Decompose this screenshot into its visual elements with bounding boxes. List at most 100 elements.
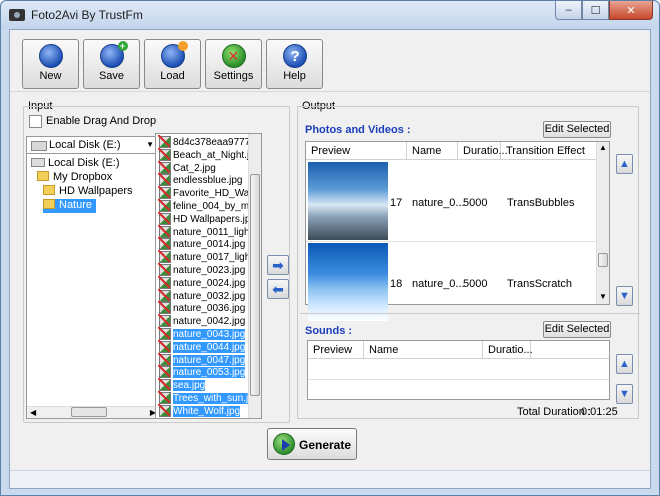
file-name: nature_0042.jpg xyxy=(173,316,246,328)
file-list-item[interactable]: nature_0036.jpg xyxy=(158,301,246,315)
file-list-item[interactable]: sea.jpg xyxy=(158,378,206,392)
app-window: Foto2Avi By TrustFm ‒ ☐ ✕ New + Save Loa… xyxy=(0,0,660,496)
maximize-button[interactable]: ☐ xyxy=(582,1,609,20)
file-list-item[interactable]: Cat_2.jpg xyxy=(158,160,216,174)
photos-edit-selected-button[interactable]: Edit Selected xyxy=(543,121,611,138)
image-file-icon xyxy=(158,160,171,174)
file-name: nature_0023.jpg xyxy=(173,265,246,276)
file-list-item[interactable]: nature_0024.jpg xyxy=(158,275,245,289)
sound-move-up-button[interactable]: ▲ xyxy=(616,354,633,374)
minimize-button[interactable]: ‒ xyxy=(555,1,582,20)
row-effect: TransBubbles xyxy=(507,197,575,209)
file-name: nature_0036.jpg xyxy=(173,303,246,315)
remove-from-output-button[interactable]: ⬅ xyxy=(267,279,289,299)
sound-move-down-button[interactable]: ▼ xyxy=(616,384,633,404)
image-file-icon xyxy=(158,173,171,187)
sounds-grid-header: Preview Name Duratio... xyxy=(308,341,609,359)
column-preview[interactable]: Preview xyxy=(308,341,364,359)
image-file-icon xyxy=(158,250,171,264)
file-name: nature_0044.jpg xyxy=(173,341,246,353)
row-divider xyxy=(306,241,596,242)
file-list-item[interactable]: HD Wallpapers.jpg xyxy=(158,211,256,225)
thumbnail-image xyxy=(308,162,388,240)
file-list-item[interactable]: nature_0032.jpg xyxy=(158,288,246,302)
load-button[interactable]: Load xyxy=(144,39,201,89)
tree-horizontal-scrollbar[interactable]: ◀ ▶ xyxy=(27,406,159,418)
photos-grid-scrollbar[interactable]: ▲ ▼ xyxy=(596,142,609,304)
file-list-item[interactable]: nature_0044.jpg xyxy=(158,339,246,353)
file-list-item[interactable]: nature_0023.jpg xyxy=(158,263,245,276)
file-list[interactable]: 8d4c378eaa9777b5 Beach_at_Night.jpg Cat_2.… xyxy=(155,133,262,419)
help-icon xyxy=(282,44,307,68)
file-list-item[interactable]: nature_0011_lightbo xyxy=(158,224,261,238)
photos-grid[interactable]: Preview Name Duratio... Transition Effec… xyxy=(305,141,610,321)
total-duration-label: Total Duration : xyxy=(517,406,591,418)
help-label: Help xyxy=(283,70,306,82)
folder-icon xyxy=(37,171,49,181)
image-file-icon xyxy=(158,339,171,353)
image-file-icon xyxy=(158,365,171,379)
sounds-edit-selected-button[interactable]: Edit Selected xyxy=(543,321,611,338)
column-name[interactable]: Name xyxy=(364,341,483,359)
file-list-item[interactable]: nature_0043.jpg xyxy=(158,327,246,340)
save-button[interactable]: + Save xyxy=(83,39,140,89)
tree-item-hd-wallpapers[interactable]: HD Wallpapers xyxy=(43,185,133,199)
row-divider xyxy=(308,379,609,380)
toolbar: New + Save Load Settings Help xyxy=(10,30,650,92)
row-effect: TransScratch xyxy=(507,278,573,290)
file-list-item[interactable]: nature_0047.jpg xyxy=(158,352,246,366)
row-index: 17 xyxy=(390,197,403,209)
settings-label: Settings xyxy=(213,70,254,82)
file-list-item[interactable]: Trees_with_sun.jpg xyxy=(158,391,260,404)
move-up-button[interactable]: ▲ xyxy=(616,154,633,174)
add-to-output-button[interactable]: ➡ xyxy=(267,255,289,275)
tree-item-drive[interactable]: Local Disk (E:) xyxy=(31,157,120,171)
folder-tree[interactable]: Local Disk (E:) My Dropbox HD Wallpapers… xyxy=(26,153,160,419)
tree-item-nature[interactable]: Nature xyxy=(43,199,97,213)
file-list-item[interactable]: Beach_at_Night.jpg xyxy=(158,147,260,161)
help-button[interactable]: Help xyxy=(266,39,323,89)
column-transition[interactable]: Transition Effect xyxy=(501,142,597,160)
move-down-button[interactable]: ▼ xyxy=(616,286,633,306)
file-list-item[interactable]: nature_0042.jpg xyxy=(158,314,246,328)
file-list-item[interactable]: 8d4c378eaa9777b5 xyxy=(158,135,261,148)
settings-icon xyxy=(221,44,246,68)
generate-label: Generate xyxy=(299,438,352,452)
image-file-icon xyxy=(158,224,171,238)
file-list-item[interactable]: feline_004_by_mang xyxy=(158,199,261,212)
new-button[interactable]: New xyxy=(22,39,79,89)
drive-select[interactable]: Local Disk (E:) ▼ xyxy=(26,136,158,154)
column-name[interactable]: Name xyxy=(407,142,458,160)
file-name: sea.jpg xyxy=(173,380,206,392)
status-bar xyxy=(10,470,650,488)
scrollbar-thumb[interactable] xyxy=(250,174,260,396)
file-list-item[interactable]: endlessblue.jpg xyxy=(158,173,243,187)
close-button[interactable]: ✕ xyxy=(609,1,653,20)
file-list-item[interactable]: nature_0014.jpg xyxy=(158,237,245,251)
file-list-scrollbar[interactable] xyxy=(248,134,261,418)
file-list-item[interactable]: White_Wolf.jpg xyxy=(158,403,241,417)
settings-button[interactable]: Settings xyxy=(205,39,262,89)
column-duration[interactable]: Duratio... xyxy=(458,142,508,160)
camera-icon xyxy=(9,9,25,21)
generate-button[interactable]: Generate xyxy=(267,428,357,460)
sounds-grid[interactable]: Preview Name Duratio... xyxy=(307,340,610,400)
image-file-icon xyxy=(158,288,171,302)
title-bar[interactable]: Foto2Avi By TrustFm ‒ ☐ ✕ xyxy=(1,1,659,29)
window-title: Foto2Avi By TrustFm xyxy=(31,8,143,22)
column-duration[interactable]: Duratio... xyxy=(483,341,533,359)
column-preview[interactable]: Preview xyxy=(306,142,407,160)
drag-drop-checkbox[interactable] xyxy=(29,115,42,128)
scrollbar-thumb[interactable] xyxy=(598,253,608,267)
file-list-item[interactable]: nature_0017_lightbo xyxy=(158,250,261,264)
new-icon xyxy=(38,44,63,68)
image-file-icon xyxy=(158,237,171,251)
file-list-item[interactable]: nature_0053.jpg xyxy=(158,365,246,379)
tree-item-dropbox[interactable]: My Dropbox xyxy=(37,171,112,185)
file-name: nature_0032.jpg xyxy=(173,290,246,302)
file-list-item[interactable]: Favorite_HD_Wallp xyxy=(158,186,259,200)
play-icon xyxy=(273,433,295,455)
folder-open-icon xyxy=(43,199,55,209)
image-file-icon xyxy=(158,403,171,417)
file-name: nature_0047.jpg xyxy=(173,354,246,366)
